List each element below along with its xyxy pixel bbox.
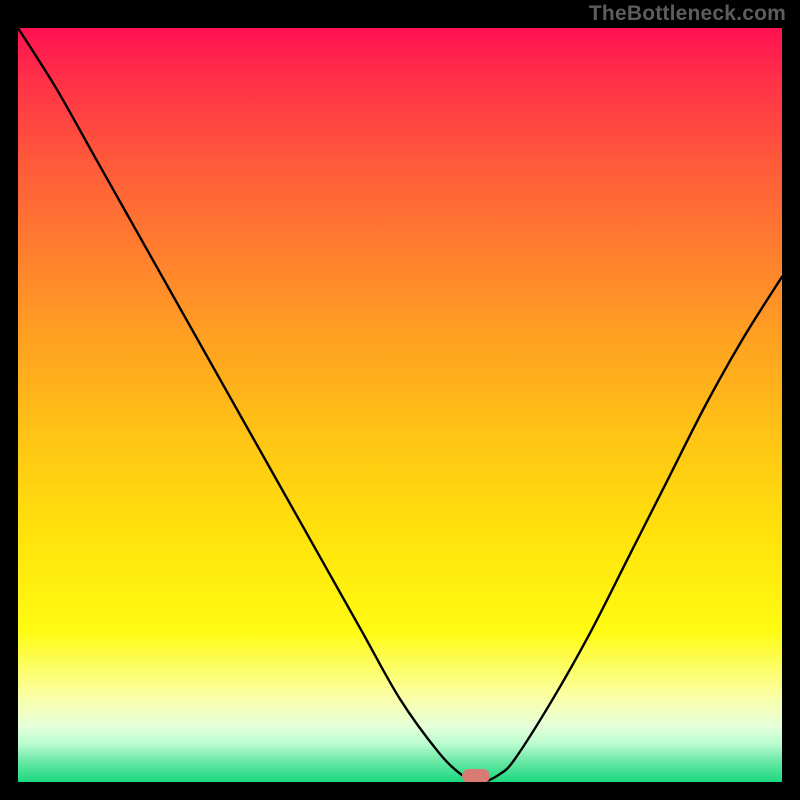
bottleneck-curve — [18, 28, 782, 782]
watermark-text: TheBottleneck.com — [589, 2, 786, 26]
minimum-marker — [462, 769, 490, 782]
chart-frame: TheBottleneck.com — [0, 0, 800, 800]
plot-area — [18, 28, 782, 782]
